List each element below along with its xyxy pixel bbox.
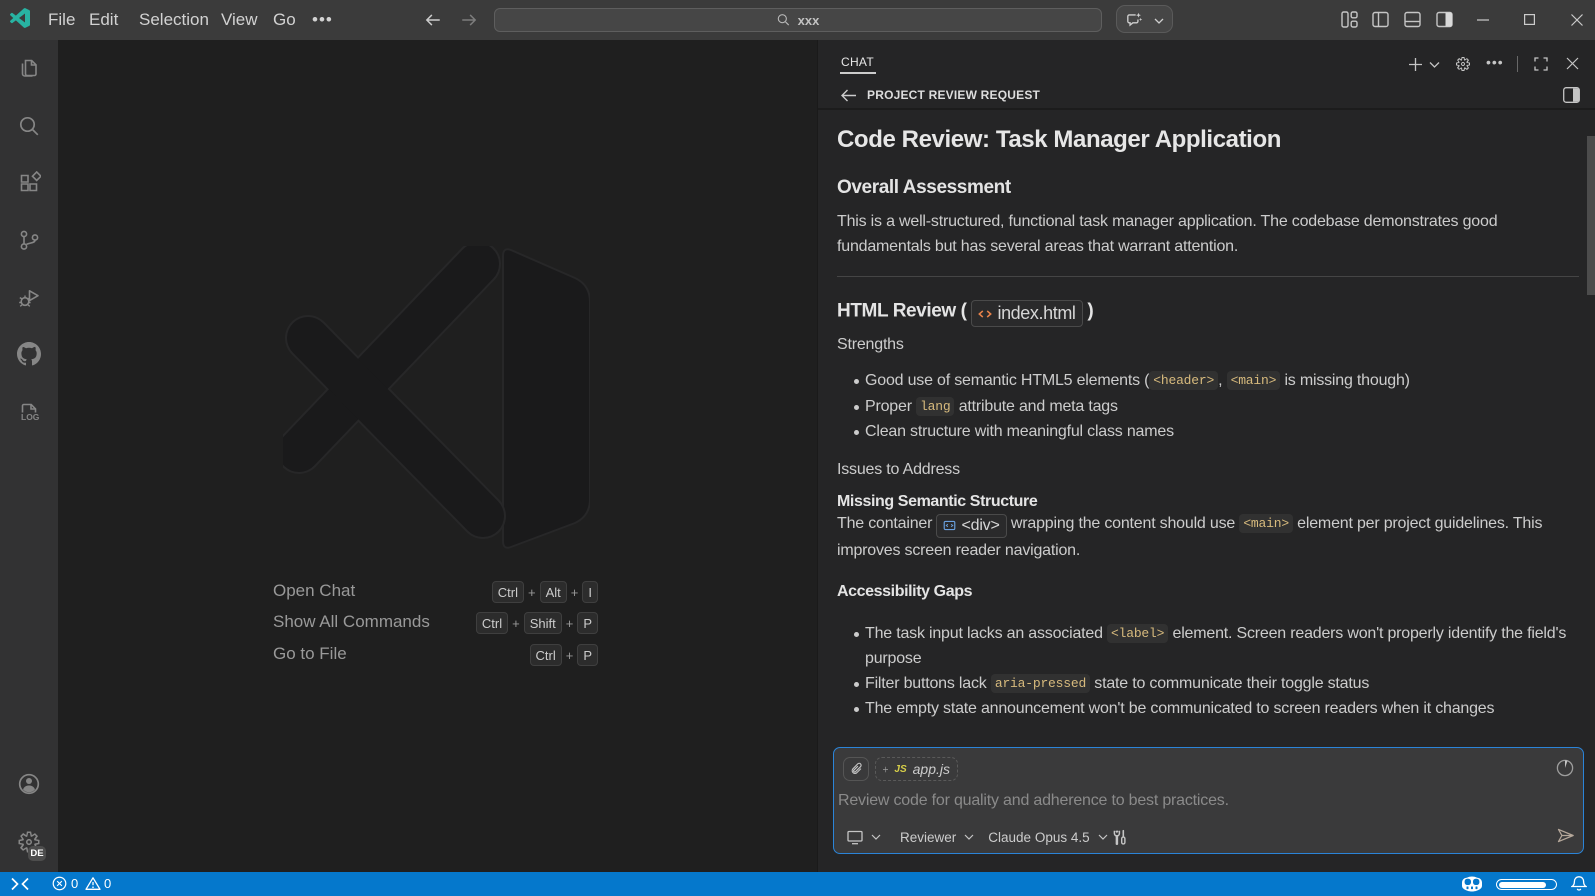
- svg-text:LOG: LOG: [21, 412, 40, 422]
